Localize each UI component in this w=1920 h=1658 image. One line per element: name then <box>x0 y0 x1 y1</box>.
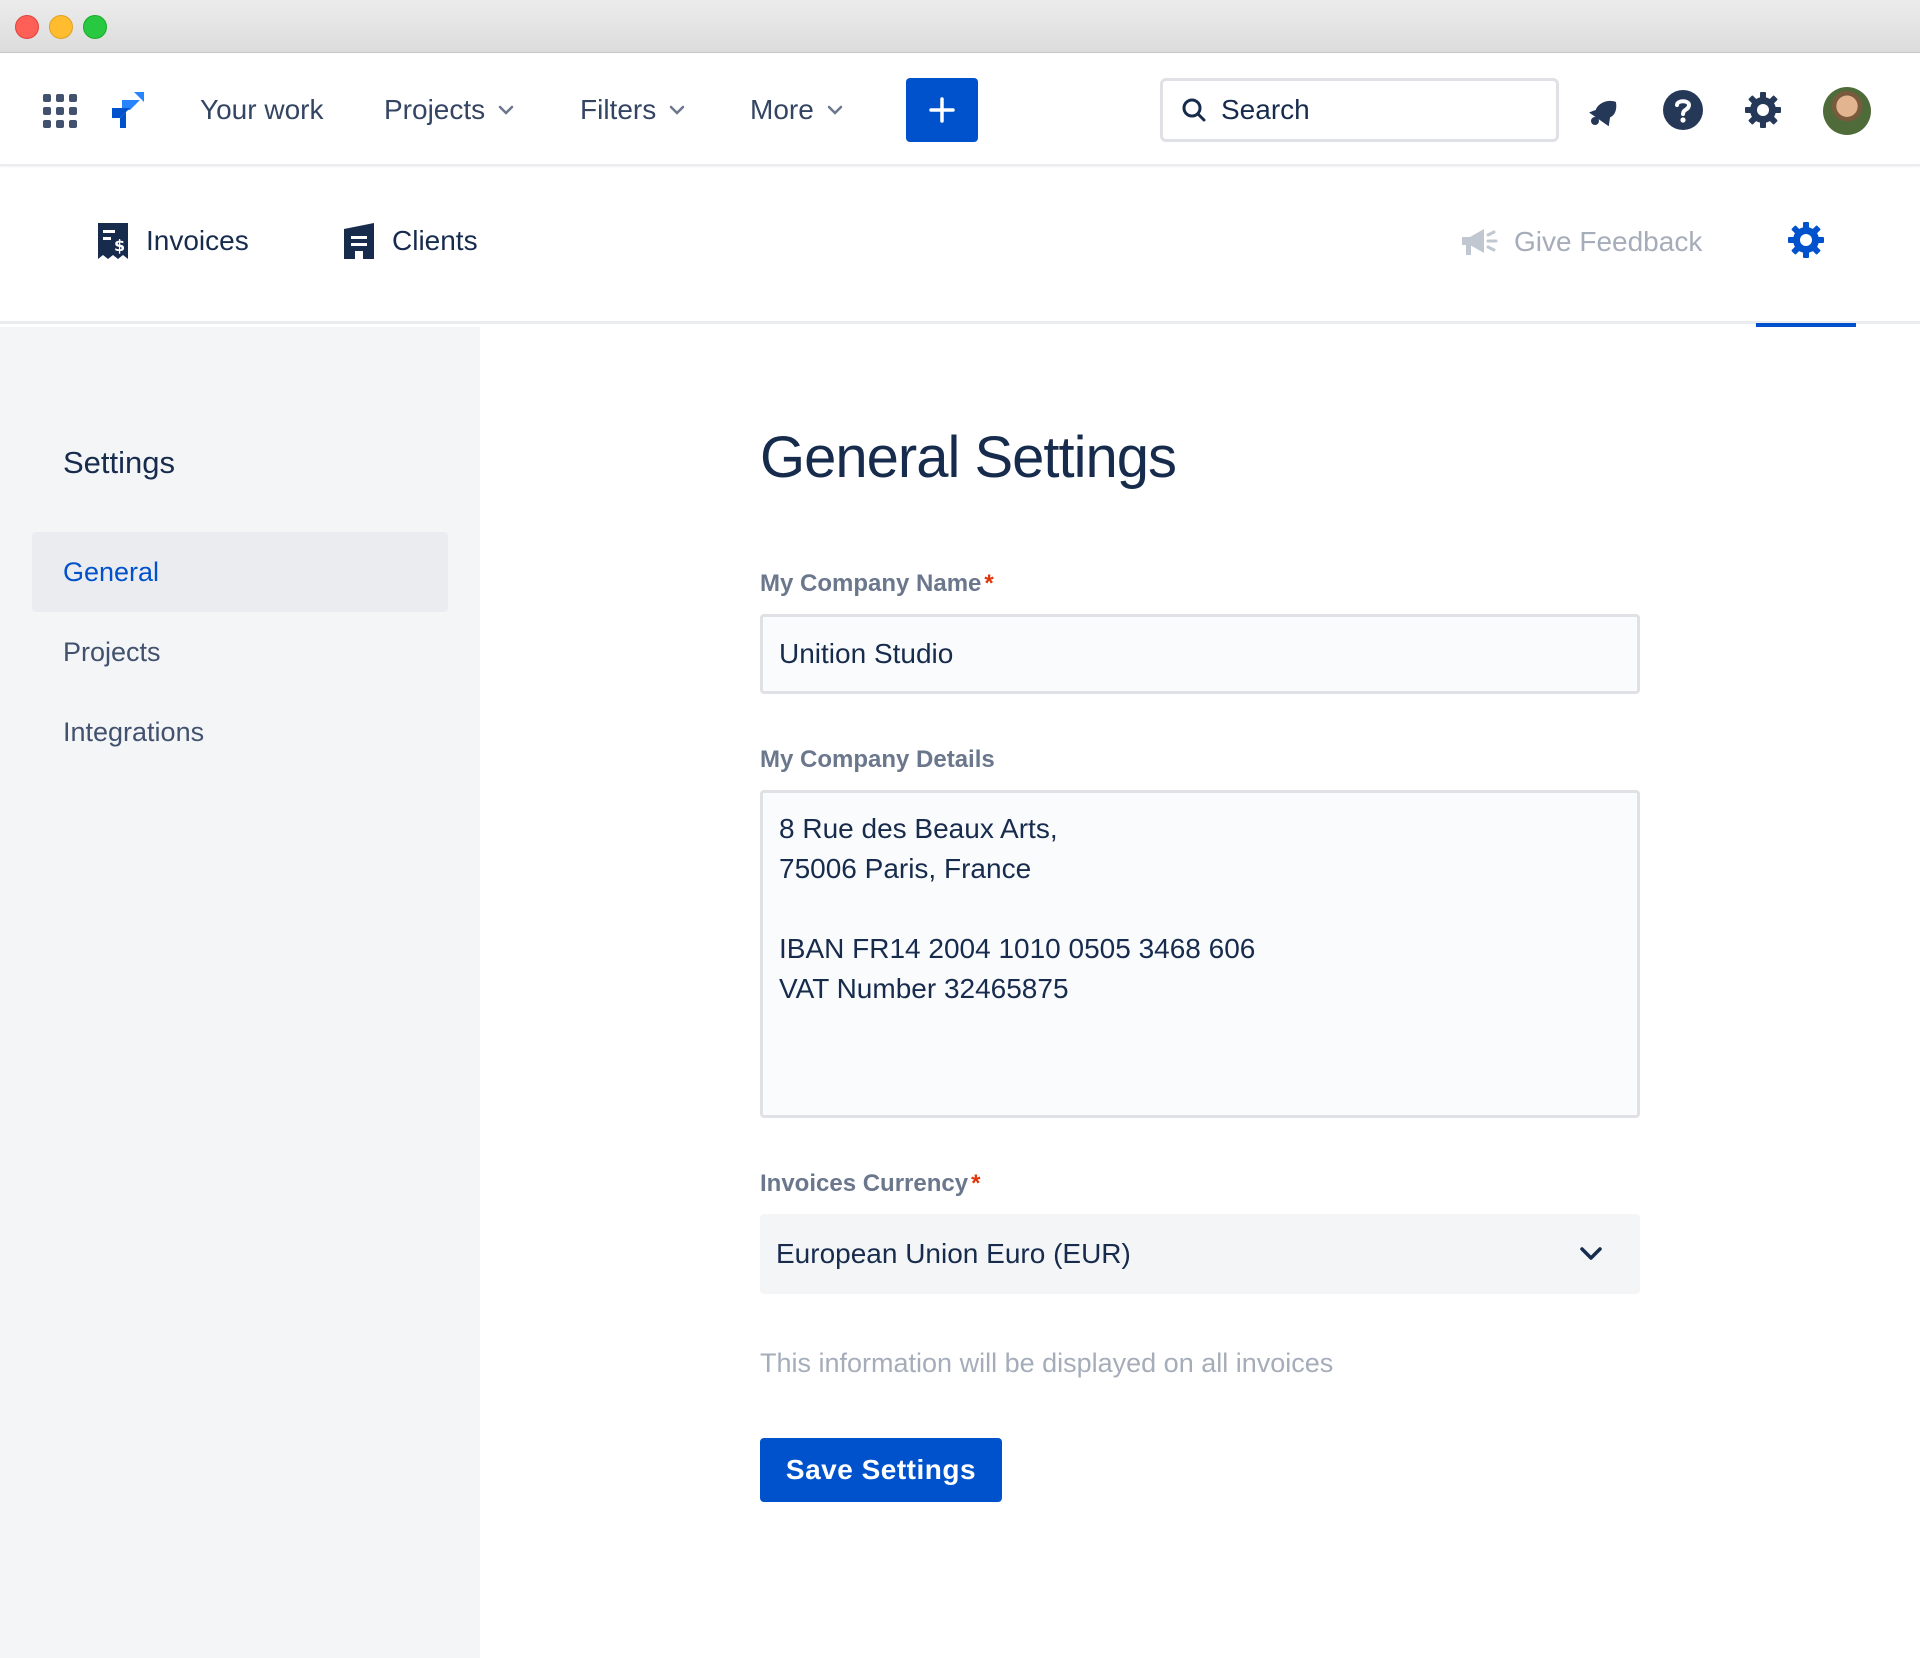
required-marker: * <box>971 1170 981 1197</box>
active-tab-indicator <box>1756 323 1856 327</box>
currency-label: Invoices Currency * <box>760 1170 980 1198</box>
nav-filters[interactable]: Filters <box>580 92 686 128</box>
sidebar-title: Settings <box>63 445 176 480</box>
building-icon <box>344 223 374 259</box>
sidebar-item-projects[interactable]: Projects <box>32 612 448 692</box>
nav-projects-label: Projects <box>384 94 486 125</box>
search-input[interactable] <box>1221 94 1521 126</box>
search-icon <box>1182 98 1206 122</box>
tab-settings[interactable] <box>1756 168 1856 327</box>
nav-more-label: More <box>750 94 814 125</box>
close-window-button[interactable] <box>15 15 39 39</box>
svg-text:$: $ <box>114 236 125 255</box>
page-title: General Settings <box>760 425 1177 490</box>
settings-sidebar: Settings General Projects Integrations <box>0 327 480 1658</box>
required-marker: * <box>984 570 994 597</box>
tab-invoices[interactable]: $ Invoices <box>96 220 249 262</box>
plus-icon <box>929 97 955 123</box>
tab-clients[interactable]: Clients <box>342 220 478 262</box>
settings-button[interactable] <box>1740 87 1786 133</box>
jira-logo-icon[interactable] <box>104 88 148 132</box>
nav-filters-label: Filters <box>580 94 657 125</box>
chevron-down-icon <box>827 105 843 115</box>
currency-label-text: Invoices Currency <box>760 1170 969 1197</box>
save-settings-button[interactable]: Save Settings <box>760 1438 1002 1502</box>
notifications-icon <box>1589 100 1617 127</box>
megaphone-icon <box>1462 229 1498 255</box>
sidebar-item-general[interactable]: General <box>32 532 448 612</box>
app-switcher-icon[interactable] <box>43 94 77 128</box>
company-name-input[interactable] <box>760 614 1640 694</box>
chevron-down-icon <box>669 105 685 115</box>
company-details-textarea[interactable]: 8 Rue des Beaux Arts, 75006 Paris, Franc… <box>760 790 1640 1118</box>
search-box[interactable] <box>1160 78 1559 142</box>
company-name-label: My Company Name * <box>760 570 994 598</box>
top-navigation: Your work Projects Filters More <box>0 54 1920 166</box>
nav-your-work-label: Your work <box>200 94 324 125</box>
company-details-label: My Company Details <box>760 746 995 773</box>
chevron-down-icon <box>1580 1247 1602 1260</box>
currency-select[interactable]: European Union Euro (EUR) <box>760 1214 1640 1294</box>
app-subnav: $ Invoices Clients Give Feedback <box>0 168 1920 327</box>
sidebar-item-integrations[interactable]: Integrations <box>32 692 448 772</box>
create-button[interactable] <box>906 78 978 142</box>
notifications-button[interactable] <box>1580 87 1626 133</box>
sidebar-item-label: Integrations <box>63 716 205 747</box>
nav-your-work[interactable]: Your work <box>200 92 323 128</box>
helper-text: This information will be displayed on al… <box>760 1348 1334 1378</box>
chevron-down-icon <box>498 105 514 115</box>
help-icon <box>1663 90 1703 130</box>
settings-icon <box>1745 92 1781 128</box>
sidebar-item-label: Projects <box>63 636 161 667</box>
settings-icon <box>1788 222 1824 258</box>
minimize-window-button[interactable] <box>49 15 73 39</box>
sidebar-item-label: General <box>63 556 160 587</box>
window-titlebar <box>0 0 1920 53</box>
tab-clients-label: Clients <box>392 225 478 256</box>
tab-invoices-label: Invoices <box>146 225 249 256</box>
help-button[interactable] <box>1660 87 1706 133</box>
nav-projects[interactable]: Projects <box>384 92 515 128</box>
maximize-window-button[interactable] <box>83 15 107 39</box>
invoice-icon: $ <box>98 223 128 259</box>
user-avatar[interactable] <box>1823 87 1871 135</box>
currency-selected-value: European Union Euro (EUR) <box>776 1238 1131 1269</box>
give-feedback-link[interactable]: Give Feedback <box>1460 226 1702 258</box>
company-name-label-text: My Company Name <box>760 570 982 597</box>
nav-more[interactable]: More <box>750 92 844 128</box>
give-feedback-label: Give Feedback <box>1514 226 1703 257</box>
